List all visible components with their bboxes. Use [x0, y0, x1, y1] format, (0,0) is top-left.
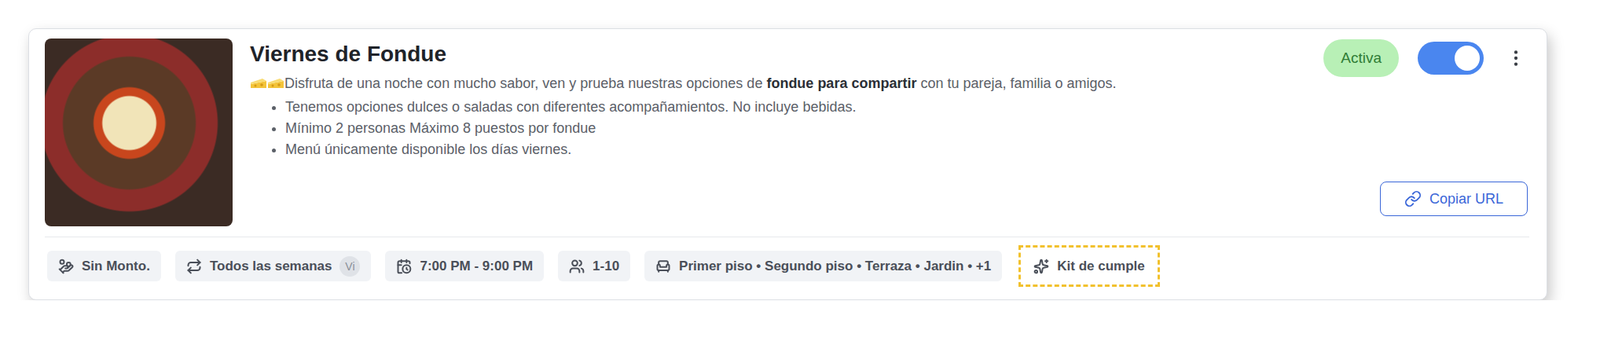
info-chip: 7:00 PM - 9:00 PM	[385, 250, 544, 282]
cheese-icon	[267, 77, 285, 90]
info-chip: Todos las semanasVi	[175, 250, 372, 282]
chip-wrap: 7:00 PM - 9:00 PM	[382, 248, 547, 284]
divider	[44, 236, 1530, 238]
chip-wrap: 1-10	[555, 248, 633, 284]
info-chip: 1-10	[557, 250, 631, 282]
card-content: Viernes de Fondue Disfruta de una noche c…	[249, 38, 1285, 228]
event-photo	[44, 38, 233, 227]
highlight-frame: Kit de cumple	[1018, 245, 1160, 287]
users-icon	[568, 258, 585, 275]
chip-wrap: Primer piso • Segundo piso • Terraza • J…	[642, 248, 1005, 284]
status-badge: Activa	[1323, 39, 1399, 78]
event-card: Viernes de Fondue Disfruta de una noche c…	[28, 28, 1548, 301]
cheese-icon	[249, 77, 268, 90]
day-badge: Vi	[339, 256, 360, 277]
bullet-item: Tenemos opciones dulces o saladas con di…	[285, 96, 1285, 118]
status-controls: Activa	[1323, 38, 1530, 78]
page: Viernes de Fondue Disfruta de una noche c…	[0, 0, 1600, 301]
repeat-icon	[186, 258, 202, 275]
chip-wrap: Todos las semanasVi	[172, 248, 375, 284]
more-menu-button[interactable]	[1502, 44, 1530, 72]
info-chip: Primer piso • Segundo piso • Terraza • J…	[644, 250, 1002, 282]
link-icon	[1404, 190, 1422, 208]
active-toggle[interactable]	[1417, 41, 1484, 75]
card-actions: Activa Copiar URL	[1301, 38, 1530, 228]
bullet-item: Mínimo 2 personas Máximo 8 puestos por f…	[285, 117, 1285, 140]
info-chip: Sin Monto.	[47, 250, 162, 282]
copy-url-button[interactable]: Copiar URL	[1379, 181, 1528, 217]
money-icon	[58, 258, 74, 275]
chip-row: Sin Monto. Todos las semanasVi 7:00 PM - 9…	[44, 245, 1530, 287]
info-chip: Kit de cumple	[1030, 250, 1148, 282]
calendar-clock-icon	[396, 258, 412, 275]
chip-wrap: Sin Monto.	[44, 248, 164, 284]
more-vertical-icon	[1505, 47, 1527, 69]
description-bold: fondue para compartir	[766, 73, 917, 94]
event-description: Disfruta de una noche con mucho sabor, v…	[249, 73, 1285, 94]
bullet-item: Menú únicamente disponible los días vier…	[285, 139, 1285, 161]
card-top: Viernes de Fondue Disfruta de una noche c…	[44, 38, 1530, 228]
event-title: Viernes de Fondue	[249, 41, 1285, 67]
event-bullets: Tenemos opciones dulces o saladas con di…	[249, 96, 1285, 161]
sparkles-icon	[1033, 258, 1050, 275]
seating-icon	[655, 258, 672, 275]
toggle-knob	[1454, 45, 1480, 71]
